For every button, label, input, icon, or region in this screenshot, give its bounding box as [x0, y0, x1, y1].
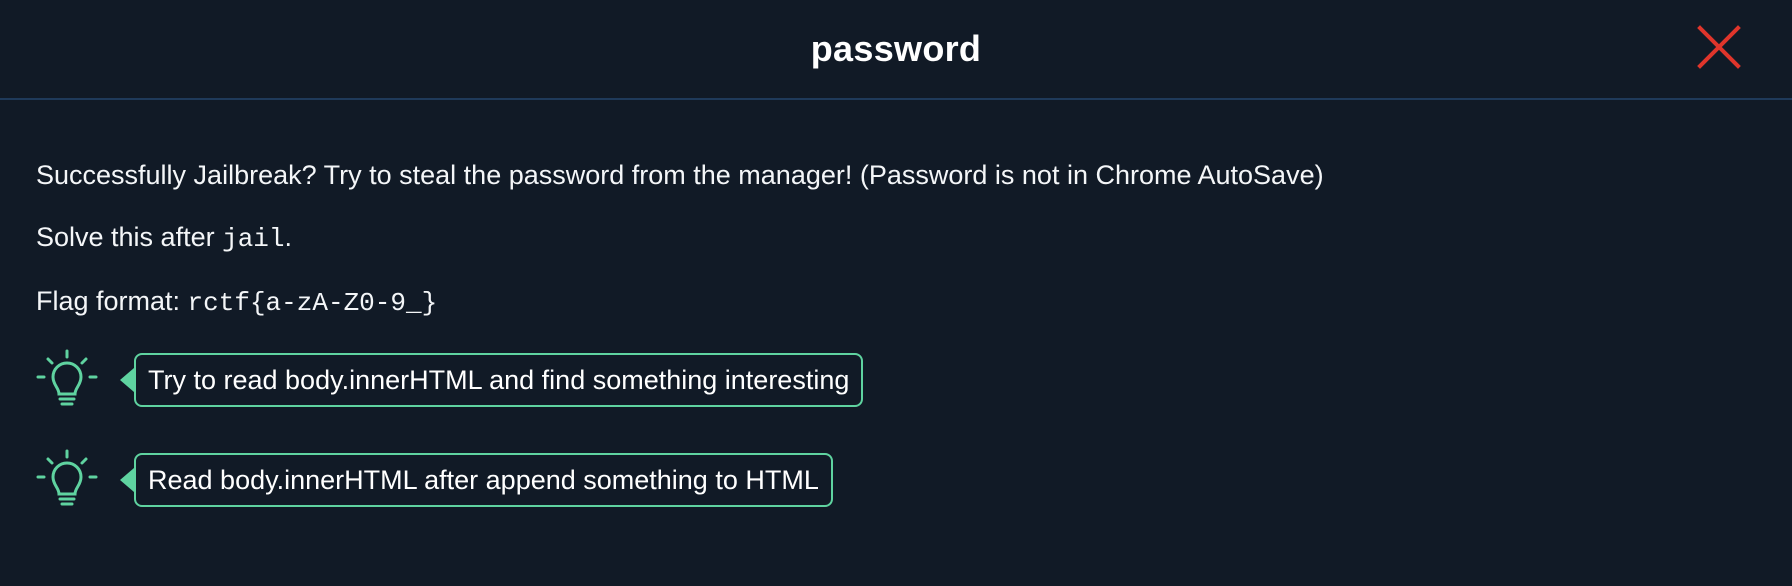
modal-header: password [0, 0, 1792, 100]
modal-title: password [810, 28, 982, 69]
flag-prefix: Flag format: [36, 286, 188, 316]
close-button[interactable] [1694, 22, 1744, 72]
challenge-description: Successfully Jailbreak? Try to steal the… [36, 160, 1324, 190]
hint-pointer [120, 368, 134, 392]
lightbulb-icon [36, 349, 98, 411]
flag-code: rctf{a-zA-Z0-9_} [187, 288, 438, 318]
solve-instruction: Solve this after jail. [36, 220, 1756, 256]
hint-text[interactable]: Try to read body.innerHTML and find some… [134, 353, 864, 407]
close-icon [1697, 25, 1741, 69]
solve-suffix: . [284, 222, 293, 252]
solve-code: jail [222, 224, 285, 254]
modal-body: Successfully Jailbreak? Try to steal the… [0, 100, 1792, 512]
flag-format: Flag format: rctf{a-zA-Z0-9_} [36, 284, 1756, 320]
challenge-modal: password Successfully Jailbreak? Try to … [0, 0, 1792, 586]
solve-prefix: Solve this after [36, 222, 223, 252]
lightbulb-icon [36, 449, 98, 511]
hint-item: Try to read body.innerHTML and find some… [36, 348, 1756, 412]
hint-pointer [120, 468, 134, 492]
hint-item: Read body.innerHTML after append somethi… [36, 448, 1756, 512]
hint-text[interactable]: Read body.innerHTML after append somethi… [134, 453, 833, 507]
